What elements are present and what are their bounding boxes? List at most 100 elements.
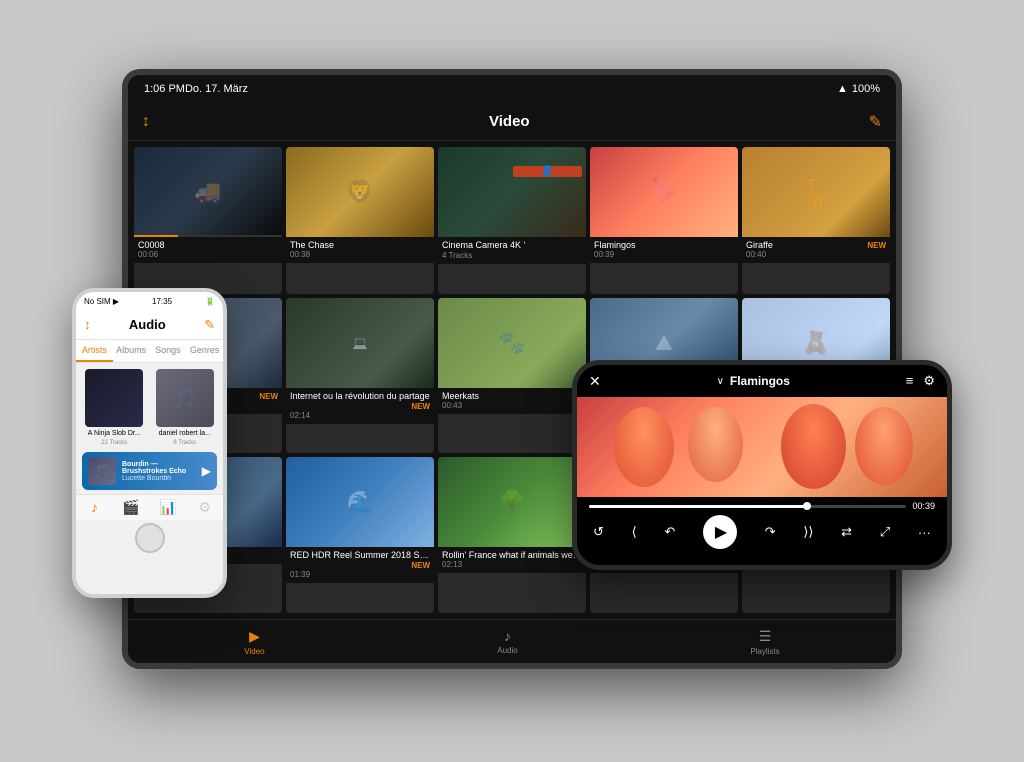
video-duration: 00:06 <box>138 250 278 259</box>
player-time: 00:39 <box>912 501 935 511</box>
album-subtitle: 22 Tracks <box>101 440 127 446</box>
video-item-c0008[interactable]: 🚚 C0008 00:06 <box>134 147 282 294</box>
settings-icon[interactable]: ≡ <box>906 373 914 389</box>
player-controls: 00:39 ↺ ⟨ ↶ ▶ ↷ ⟩⟩ ⇄ ⤢ ··· <box>577 497 947 553</box>
iphone-status-bar: No SIM ▶ 17:35 🔋 <box>76 292 223 310</box>
sort-icon[interactable]: ↕ <box>84 317 91 332</box>
video-item-chase[interactable]: 🦁 The Chase 00:38 <box>286 147 434 294</box>
tablet-battery: 100% <box>852 83 880 95</box>
video-duration: 00:40 <box>746 250 886 259</box>
close-button[interactable]: ✕ <box>589 373 601 390</box>
video-title: Flamingos <box>594 240 734 250</box>
tab-songs[interactable]: Songs <box>150 340 187 362</box>
sort-icon[interactable]: ↕ <box>142 113 150 131</box>
skip-button[interactable]: ⟩⟩ <box>803 524 813 540</box>
edit-icon[interactable]: ✎ <box>204 317 215 333</box>
player-title-area: ∨ Flamingos <box>717 374 790 388</box>
now-playing-artist: Lucette Bourdin <box>122 475 196 482</box>
restart-button[interactable]: ↺ <box>593 524 604 540</box>
video-item-internet[interactable]: 💻 Internet ou la révolution du partage N… <box>286 298 434 454</box>
iphone-player-device: ✕ ∨ Flamingos ≡ ⚙ 00:39 ↺ ⟨ <box>572 360 952 570</box>
video-title: Rollin' France what if animals were roun… <box>442 550 582 560</box>
thumb-icon: 🦁 <box>286 147 434 237</box>
tab-audio[interactable]: ♪ Audio <box>497 628 517 655</box>
thumb-icon: 🦩 <box>590 147 738 237</box>
iphone-battery: 🔋 <box>205 297 215 306</box>
rewind2-button[interactable]: ↶ <box>664 524 675 540</box>
tablet-tab-bar: ▶ Video ♪ Audio ☰ Playlists <box>128 619 896 663</box>
thumb-icon: 🌊 <box>286 457 434 547</box>
tab-playlists[interactable]: ☰ Playlists <box>750 628 779 656</box>
bottom-tab-videos[interactable]: 🎬 <box>113 499 150 516</box>
iphone-tabs: Artists Albums Songs Genres <box>76 340 223 363</box>
video-duration: 02:14 <box>290 411 430 420</box>
player-right-icons: ≡ ⚙ <box>906 373 935 389</box>
video-item-giraffe[interactable]: 🦒 Giraffe NEW 00:40 <box>742 147 890 294</box>
player-progress-area: 00:39 <box>589 501 935 511</box>
new-badge: NEW <box>259 392 278 401</box>
carrier: No SIM ▶ <box>84 297 119 306</box>
video-duration: 00:43 <box>442 401 582 410</box>
play-icon[interactable]: ▶ <box>202 464 211 478</box>
video-title: Internet ou la révolution du partage NEW <box>290 391 430 411</box>
album-title: A Ninja Slob Dr... <box>88 430 141 437</box>
video-item-red[interactable]: 🌊 RED HDR Reel Summer 2018 Shot on RED P… <box>286 457 434 613</box>
video-title: RED HDR Reel Summer 2018 Shot on RED PiW… <box>290 550 430 570</box>
album-art: 🎵 <box>156 369 214 427</box>
album-item-ninja[interactable]: A Ninja Slob Dr... 22 Tracks <box>82 369 147 446</box>
audio-grid: A Ninja Slob Dr... 22 Tracks 🎵 daniel ro… <box>76 363 223 452</box>
video-subtitle: 4 Tracks <box>442 251 582 260</box>
video-item-flamingos[interactable]: 🦩 Flamingos 00:39 <box>590 147 738 294</box>
tab-genres[interactable]: Genres <box>186 340 223 362</box>
edit-icon[interactable]: ✎ <box>869 112 882 132</box>
video-item-cinema[interactable]: 👤 Cinema Camera 4K ʻ 4 Tracks <box>438 147 586 294</box>
iphone-title: Audio <box>129 317 166 332</box>
now-playing-bar[interactable]: 🎵 Bourdin — Brushstrokes Echo Lucette Bo… <box>82 452 217 490</box>
home-button[interactable] <box>135 523 165 553</box>
fullscreen-button[interactable]: ⤢ <box>880 524 890 540</box>
audio-tab-icon: ♪ <box>504 628 511 644</box>
tab-video[interactable]: ▶ Video <box>244 628 264 656</box>
album-title: daniel robert la... <box>159 430 211 437</box>
play-icon: ▶ <box>715 522 727 542</box>
thumb-icon: 💻 <box>286 298 434 388</box>
thumb-icon: 🦒 <box>742 147 890 237</box>
bottom-tab-stats[interactable]: 📊 <box>150 499 187 516</box>
bottom-tab-settings[interactable]: ⚙ <box>186 499 223 516</box>
video-duration: 02:13 <box>442 560 582 569</box>
more-icon[interactable]: ⚙ <box>923 373 935 389</box>
now-playing-title: Bourdin — Brushstrokes Echo <box>122 461 196 475</box>
album-subtitle: 6 Tracks <box>173 440 196 446</box>
tablet-nav-bar: ↕ Video ✎ <box>128 103 896 141</box>
play-pause-button[interactable]: ▶ <box>703 515 737 549</box>
thumb-icon: 🚚 <box>134 147 282 237</box>
thumb-icon: 🌳 <box>438 457 586 547</box>
progress-dot <box>803 502 811 510</box>
player-main-controls: ↺ ⟨ ↶ ▶ ↷ ⟩⟩ ⇄ ⤢ ··· <box>589 515 935 549</box>
tab-artists[interactable]: Artists <box>76 340 113 362</box>
video-item-rollin[interactable]: 🌳 Rollin' France what if animals were ro… <box>438 457 586 613</box>
playlists-tab-icon: ☰ <box>759 628 772 645</box>
video-tab-icon: ▶ <box>249 628 260 645</box>
now-playing-art: 🎵 <box>88 457 116 485</box>
iphone-bottom-tab-bar: ♪ 🎬 📊 ⚙ <box>76 494 223 520</box>
tab-albums[interactable]: Albums <box>113 340 150 362</box>
bottom-tab-music[interactable]: ♪ <box>76 499 113 516</box>
video-title: The Chase <box>290 240 430 250</box>
video-title: Cinema Camera 4K ʻ <box>442 240 582 250</box>
page-title: Video <box>489 113 530 130</box>
video-title: Giraffe NEW <box>746 240 886 250</box>
tab-playlists-label: Playlists <box>750 647 779 656</box>
rewind-button[interactable]: ⟨ <box>632 524 637 540</box>
more-button[interactable]: ··· <box>918 525 931 540</box>
iphone-time: 17:35 <box>152 297 172 306</box>
shuffle-button[interactable]: ⇄ <box>841 524 852 540</box>
forward-button[interactable]: ↷ <box>765 524 776 540</box>
new-badge: NEW <box>867 241 886 250</box>
album-item-daniel[interactable]: 🎵 daniel robert la... 6 Tracks <box>153 369 218 446</box>
video-item-meerkats[interactable]: 🐾 Meerkats 00:43 <box>438 298 586 454</box>
iphone-nav-bar: ↕ Audio ✎ <box>76 310 223 340</box>
new-badge: NEW <box>411 561 430 570</box>
progress-bar[interactable] <box>589 505 906 508</box>
video-frame <box>577 397 947 497</box>
